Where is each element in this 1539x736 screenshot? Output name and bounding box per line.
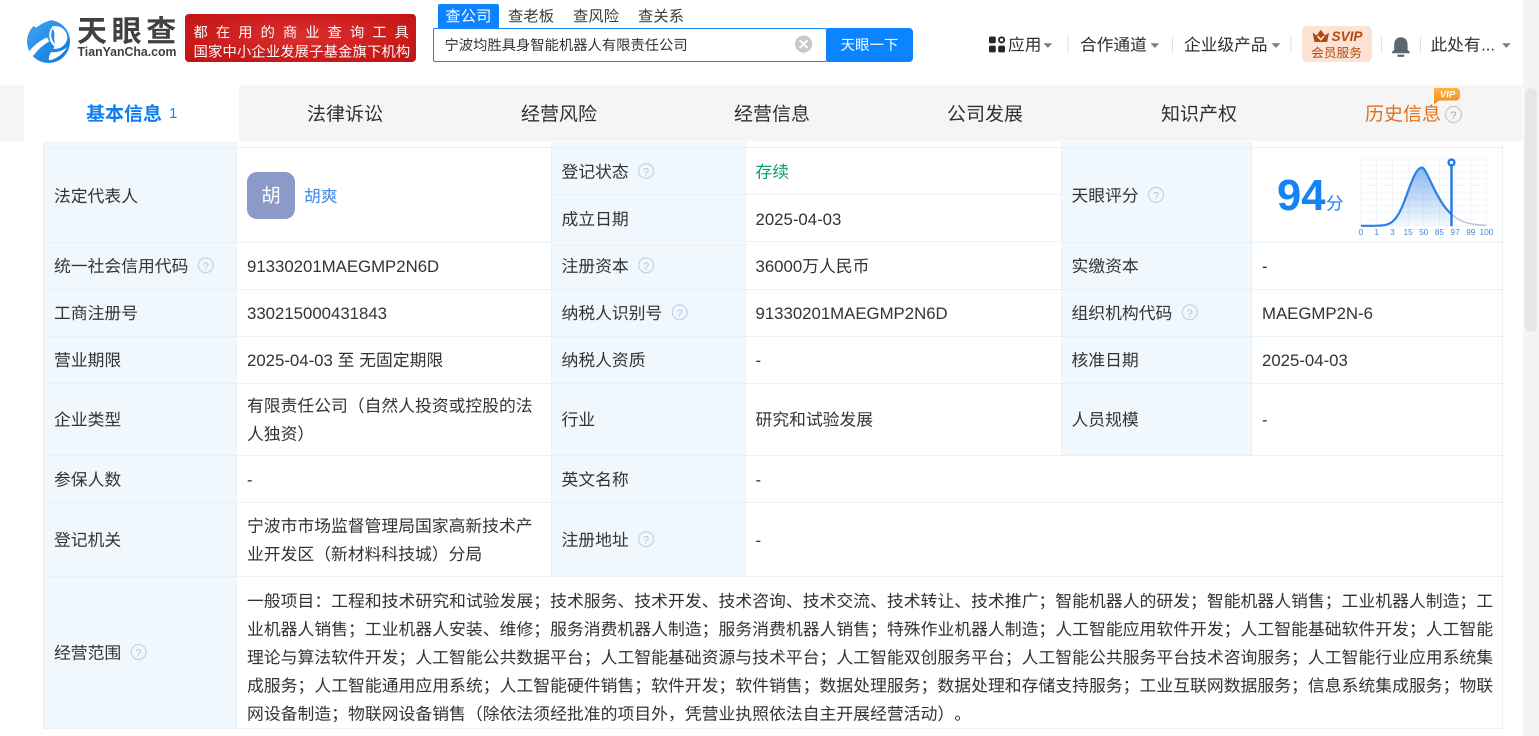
svg-text:-: - (756, 471, 762, 490)
svg-text:0: 0 (1359, 228, 1364, 237)
svg-text:?: ? (1450, 110, 1456, 122)
svg-text:15: 15 (1404, 228, 1414, 237)
svg-text:1: 1 (169, 105, 177, 122)
svg-text:85: 85 (1435, 228, 1445, 237)
svg-text:50: 50 (1419, 228, 1429, 237)
svg-text:SVIP: SVIP (1332, 29, 1364, 44)
svg-text:-: - (756, 351, 762, 370)
svg-text:99: 99 (1466, 228, 1476, 237)
svg-text:2025-04-03: 2025-04-03 (756, 210, 842, 229)
svg-text:100: 100 (1480, 228, 1494, 237)
svg-text:VIP: VIP (1440, 90, 1456, 101)
svg-text:3: 3 (1390, 228, 1395, 237)
svg-text:94: 94 (1277, 172, 1325, 220)
svg-text:-: - (247, 471, 253, 490)
svg-text:MAEGMP2N-6: MAEGMP2N-6 (1262, 304, 1373, 323)
svg-text:1: 1 (1374, 228, 1379, 237)
svg-text:97: 97 (1451, 228, 1461, 237)
svg-text:330215000431843: 330215000431843 (247, 304, 387, 323)
svg-text:?: ? (643, 261, 649, 273)
svg-text:?: ? (136, 648, 142, 660)
svg-text:2025-04-03: 2025-04-03 (1262, 351, 1348, 370)
svg-text:91330201MAEGMP2N6D: 91330201MAEGMP2N6D (756, 304, 948, 323)
svg-text:?: ? (677, 308, 683, 320)
svg-text:?: ? (643, 535, 649, 547)
svg-text:91330201MAEGMP2N6D: 91330201MAEGMP2N6D (247, 257, 439, 276)
svg-text:TianYanCha.com: TianYanCha.com (78, 45, 177, 59)
svg-text:36000: 36000 (756, 257, 803, 276)
svg-text:-: - (1262, 257, 1268, 276)
svg-text:?: ? (643, 167, 649, 179)
svg-text:...: ... (1481, 35, 1495, 54)
svg-text:2025-04-03: 2025-04-03 (247, 351, 333, 370)
svg-text:-: - (1262, 411, 1268, 430)
svg-text:-: - (756, 531, 762, 550)
svg-text:?: ? (1187, 308, 1193, 320)
svg-text:?: ? (1153, 190, 1159, 202)
svg-text:?: ? (203, 261, 209, 273)
